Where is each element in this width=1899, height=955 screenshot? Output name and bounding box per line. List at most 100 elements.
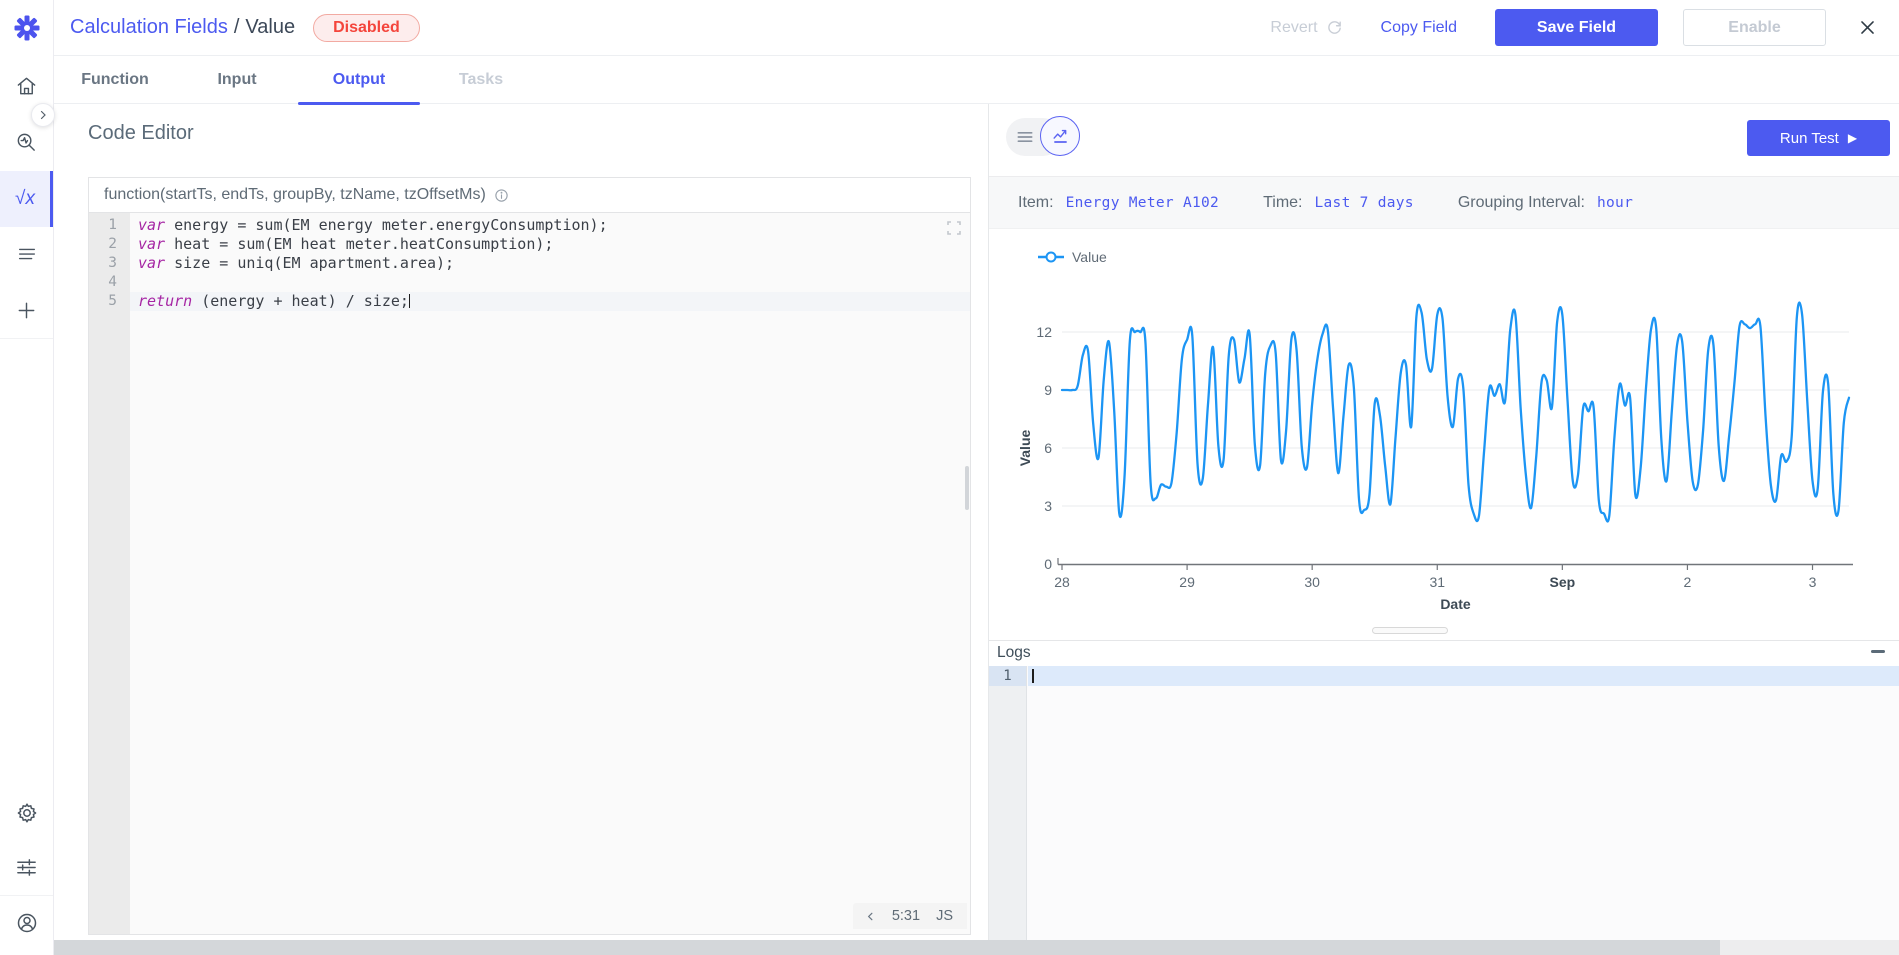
sidebar-divider-bottom: [0, 895, 53, 896]
function-signature: function(startTs, endTs, groupBy, tzName…: [104, 186, 486, 204]
sidebar-item-tune[interactable]: [0, 845, 53, 889]
chart-view-icon: [1051, 127, 1070, 146]
result-chart: 03691228293031Sep23DateValue Value: [988, 229, 1899, 639]
home-icon: [15, 75, 38, 98]
legend-item-value[interactable]: Value: [1038, 249, 1107, 265]
copy-field-button[interactable]: Copy Field: [1381, 19, 1457, 37]
app-logo-icon: [12, 13, 42, 43]
legend-marker: [1047, 253, 1056, 262]
logs-panel[interactable]: 1: [989, 666, 1899, 941]
code-line[interactable]: var energy = sum(EM energy meter.energyC…: [130, 216, 970, 235]
logs-line-number: 1: [989, 666, 1026, 686]
code-token: size = uniq(EM apartment.area);: [165, 254, 454, 272]
logs-divider: [989, 640, 1899, 641]
status-badge: Disabled: [313, 14, 420, 42]
sidebar-divider: [0, 338, 53, 339]
logs-line[interactable]: [1028, 666, 1899, 686]
revert-button[interactable]: Revert: [1270, 19, 1342, 37]
logs-minimize-button[interactable]: [1871, 650, 1885, 653]
view-toggle-chart[interactable]: [1040, 116, 1080, 156]
line-number-gutter: 1 2 3 4 5: [89, 213, 130, 934]
sqrt-x-icon: √x: [15, 188, 35, 210]
function-signature-bar: function(startTs, endTs, groupBy, tzName…: [89, 178, 970, 213]
svg-text:12: 12: [1036, 324, 1052, 340]
chart-zoom-scrollbar[interactable]: [1372, 627, 1448, 634]
chart-line-series: [1062, 303, 1849, 522]
code-editor-title: Code Editor: [88, 122, 194, 145]
run-test-button[interactable]: Run Test ▶: [1747, 120, 1890, 156]
sidebar-item-settings[interactable]: [0, 791, 53, 835]
cursor-position: 5:31: [892, 908, 920, 924]
keyword-token: var: [138, 254, 165, 272]
close-button[interactable]: [1858, 18, 1877, 37]
code-line-current[interactable]: return (energy + heat) / size;: [130, 292, 970, 311]
keyword-token: var: [138, 235, 165, 253]
line-number: 1: [89, 216, 130, 235]
horizontal-scrollbar-thumb[interactable]: [0, 940, 1720, 955]
svg-text:Date: Date: [1440, 596, 1471, 612]
svg-text:28: 28: [1054, 574, 1070, 590]
play-icon: ▶: [1848, 131, 1857, 145]
horizontal-scrollbar: [0, 940, 1899, 955]
svg-text:6: 6: [1044, 440, 1052, 456]
sidebar-item-list[interactable]: [0, 232, 53, 276]
svg-text:Value: Value: [1017, 430, 1033, 467]
tab-function[interactable]: Function: [54, 56, 176, 104]
time-value[interactable]: Last 7 days: [1314, 195, 1413, 211]
chevron-left-icon[interactable]: [865, 910, 876, 923]
svg-text:30: 30: [1304, 574, 1320, 590]
line-number: 3: [89, 254, 130, 273]
sidebar-item-account[interactable]: [0, 901, 53, 945]
code-token: (energy + heat) / size;: [192, 292, 409, 310]
code-line[interactable]: var heat = sum(EM heat meter.heatConsump…: [130, 235, 970, 254]
enable-button[interactable]: Enable: [1683, 9, 1826, 46]
item-value[interactable]: Energy Meter A102: [1066, 195, 1220, 211]
grouping-interval-value[interactable]: hour: [1597, 195, 1633, 211]
info-icon[interactable]: [494, 188, 509, 203]
editor-scrollbar-thumb[interactable]: [965, 466, 969, 510]
svg-text:29: 29: [1179, 574, 1195, 590]
text-cursor: [409, 294, 411, 308]
tab-tasks[interactable]: Tasks: [420, 56, 542, 104]
language-indicator: JS: [936, 908, 953, 924]
code-line[interactable]: [130, 273, 970, 292]
sidebar: √x: [0, 0, 54, 955]
plus-icon: [15, 299, 38, 322]
breadcrumb-current: Value: [245, 16, 295, 39]
app-logo[interactable]: [10, 11, 44, 45]
line-number: 2: [89, 235, 130, 254]
code-token: heat = sum(EM heat meter.heatConsumption…: [165, 235, 553, 253]
expand-editor-icon[interactable]: [947, 221, 961, 239]
code-line[interactable]: var size = uniq(EM apartment.area);: [130, 254, 970, 273]
header: Calculation Fields / Value Disabled Reve…: [54, 0, 1899, 56]
chevron-right-icon: [37, 109, 49, 121]
code-area[interactable]: var energy = sum(EM energy meter.energyC…: [130, 213, 970, 934]
breadcrumb-section[interactable]: Calculation Fields: [70, 16, 228, 39]
close-icon: [1858, 18, 1877, 37]
app-window: √x: [0, 0, 1899, 955]
run-test-label: Run Test: [1780, 130, 1839, 147]
svg-text:0: 0: [1044, 556, 1052, 572]
time-label: Time:: [1263, 194, 1302, 212]
sidebar-expand-button[interactable]: [31, 103, 55, 127]
gear-icon: [15, 801, 39, 825]
breadcrumb-separator: /: [234, 16, 240, 39]
sidebar-item-home[interactable]: [0, 64, 53, 108]
tab-input[interactable]: Input: [176, 56, 298, 104]
svg-text:9: 9: [1044, 382, 1052, 398]
list-icon: [16, 243, 38, 265]
svg-text:3: 3: [1044, 498, 1052, 514]
code-editor: function(startTs, endTs, groupBy, tzName…: [88, 177, 971, 935]
tab-bar: Function Input Output Tasks: [54, 56, 1899, 104]
logs-text-cursor: [1032, 669, 1034, 683]
tab-output[interactable]: Output: [298, 56, 420, 104]
code-token: energy = sum(EM energy meter.energyConsu…: [165, 216, 608, 234]
svg-text:31: 31: [1429, 574, 1445, 590]
keyword-token: var: [138, 216, 165, 234]
logs-title: Logs: [997, 644, 1031, 662]
sidebar-item-add[interactable]: [0, 288, 53, 332]
grouping-interval-label: Grouping Interval:: [1458, 194, 1585, 212]
sidebar-item-calculation-fields[interactable]: √x: [0, 171, 53, 227]
save-field-button[interactable]: Save Field: [1495, 9, 1658, 46]
sliders-icon: [15, 856, 38, 879]
